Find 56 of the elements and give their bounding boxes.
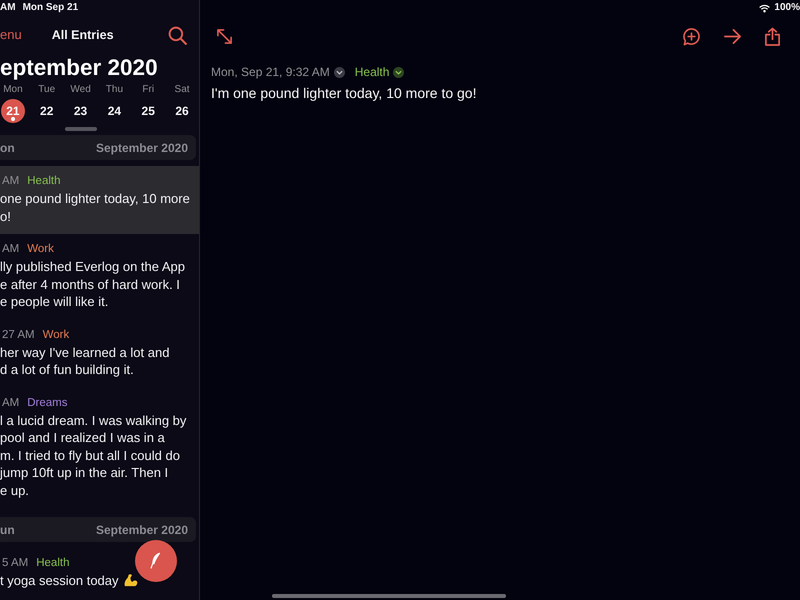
battery-percent: 100% [774, 2, 800, 14]
entry-time: AM [2, 396, 20, 410]
tag-dropdown[interactable]: Health [354, 65, 404, 79]
entry-text: her way I've learned a lot and d a lot of fun building it. [0, 344, 170, 378]
entry-tag: Work [27, 242, 54, 256]
feather-icon [149, 552, 163, 570]
section-day: on [0, 140, 15, 154]
arrow-right-icon[interactable] [723, 26, 742, 46]
expand-icon[interactable] [216, 28, 233, 44]
entry-tag: Dreams [27, 396, 68, 410]
date-dropdown[interactable]: Mon, Sep 21, 9:32 AM [211, 65, 345, 79]
entry-time: 27 AM [2, 328, 35, 342]
entry-body-text[interactable]: I'm one pound lighter today, 10 more to go! [211, 84, 476, 102]
entry-text: t yoga session today [0, 572, 119, 590]
chevron-down-icon [334, 66, 345, 78]
share-icon[interactable] [764, 26, 781, 46]
add-comment-icon[interactable] [682, 26, 701, 46]
entry-tag: Work [42, 328, 70, 342]
weekday-label: Thu [106, 84, 124, 96]
entry-tag: Health [27, 174, 60, 188]
compose-button[interactable] [135, 540, 177, 582]
date-button[interactable]: 23 [68, 99, 93, 123]
section-month: September 2020 [96, 140, 188, 154]
status-time: AM [0, 2, 16, 14]
entry-row[interactable]: 27 AM Work her way I've learned a lot and d a lot of fun building it. [0, 320, 199, 388]
entry-row[interactable]: AM Dreams l a lucid dream. I was walking by pool and I realized I was in a m. I tried to fly but all I could do jump 10ft up in the air. Then I e up. [0, 388, 199, 508]
entry-time: AM [2, 242, 20, 256]
date-button[interactable]: 26 [170, 99, 194, 123]
date-button[interactable]: 25 [136, 99, 160, 123]
section-month: September 2020 [96, 522, 188, 536]
date-button[interactable]: 22 [34, 99, 59, 123]
entry-row[interactable]: 5 AM Health t yoga session today [0, 548, 199, 598]
entry-text: one pound lighter today, 10 more o! [0, 190, 190, 225]
nav-title: All Entries [52, 27, 114, 43]
entry-text: lly published Everlog on the App e after 4 months of hard work. I e people will like it. [0, 258, 186, 310]
entry-time: AM [2, 174, 20, 188]
weekday-label: Tue [38, 84, 56, 96]
wifi-icon [759, 4, 770, 12]
section-day: un [0, 522, 15, 536]
entry-text: l a lucid dream. I was walking by pool and I realized I was in a m. I tried to fly but all I could do jump 10ft up in the air. Then I e up. [0, 412, 186, 499]
entry-row[interactable]: AM Health one pound lighter today, 10 more o! [0, 166, 199, 234]
chevron-down-icon [393, 66, 404, 78]
entry-time: 5 AM [2, 556, 28, 570]
date-button[interactable]: 21 [0, 99, 25, 123]
weekday-label: Wed [70, 84, 91, 96]
weekday-label: Fri [142, 84, 154, 96]
status-date: Mon Sep 21 [22, 2, 78, 14]
menu-button[interactable]: enu [0, 27, 22, 43]
entry-tag: Health [36, 556, 70, 570]
date-button[interactable]: 24 [102, 99, 126, 123]
drag-handle[interactable] [65, 127, 97, 131]
weekday-label: Sat [174, 84, 190, 96]
weekday-label: Mon [3, 84, 23, 96]
month-title: eptember 2020 [0, 54, 159, 82]
entry-row[interactable]: AM Work lly published Everlog on the App e after 4 months of hard work. I e people will like it. [0, 234, 199, 320]
search-icon[interactable] [168, 26, 187, 44]
